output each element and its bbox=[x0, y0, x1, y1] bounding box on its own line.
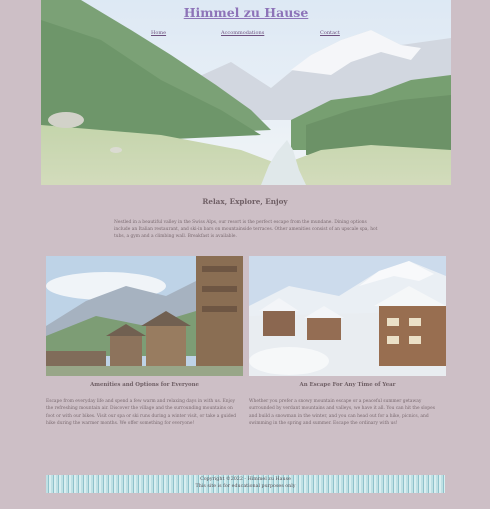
main-nav: Home Accommodations Contact bbox=[41, 30, 451, 40]
site-footer: Copyright ©2022 - Himmel zu Hause This s… bbox=[46, 475, 445, 493]
intro-heading: Relax, Explore, Enjoy bbox=[202, 197, 288, 206]
nav-link-home[interactable]: Home bbox=[151, 30, 166, 36]
summer-village-photo bbox=[46, 256, 243, 376]
hero-banner: Himmel zu Hause Home Accommodations Cont… bbox=[41, 0, 451, 185]
escape-text: Whether you prefer a snowy mountain esca… bbox=[249, 399, 435, 427]
escape-heading: An Escape For Any Time of Year bbox=[299, 382, 396, 388]
amenities-text: Escape from everyday life and spend a fe… bbox=[46, 399, 237, 427]
footer-copyright: Copyright ©2022 - Himmel zu Hause bbox=[200, 477, 291, 482]
nav-link-accommodations[interactable]: Accommodations bbox=[221, 30, 264, 36]
footer-disclaimer: This site is for educational purposes on… bbox=[195, 484, 296, 490]
site-title[interactable]: Himmel zu Hause bbox=[41, 5, 451, 20]
hero-mountain-image bbox=[41, 0, 451, 185]
nav-link-contact[interactable]: Contact bbox=[320, 30, 340, 36]
winter-village-photo bbox=[249, 256, 446, 376]
amenities-heading: Amenities and Options for Everyone bbox=[90, 382, 199, 388]
intro-text: Nestled in a beautiful valley in the Swi… bbox=[114, 220, 378, 240]
